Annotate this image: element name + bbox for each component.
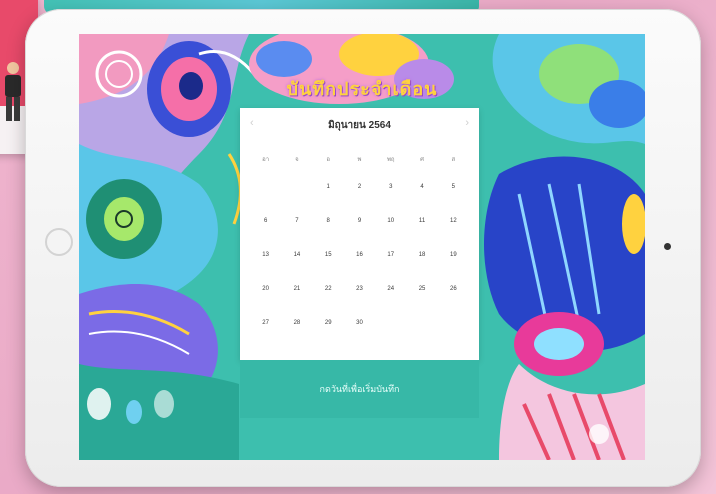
calendar-day (250, 184, 281, 218)
month-calendar: ‹ มิถุนายน 2564 › อา จ อ พ พฤ ศ ส 1 2 3 (240, 108, 479, 360)
calendar-day[interactable]: 29 (313, 320, 344, 354)
calendar-day[interactable]: 7 (281, 218, 312, 252)
calendar-day[interactable]: 17 (375, 252, 406, 286)
calendar-day[interactable]: 18 (406, 252, 437, 286)
calendar-day[interactable]: 6 (250, 218, 281, 252)
weekday-label: พ (357, 157, 362, 163)
calendar-day[interactable]: 22 (313, 286, 344, 320)
calendar-day[interactable]: 19 (438, 252, 469, 286)
start-note-hint[interactable]: กดวันที่เพื่อเริ่มบันทึก (240, 360, 479, 418)
calendar-day[interactable]: 24 (375, 286, 406, 320)
weekday-label: ส (451, 157, 456, 163)
calendar-day[interactable]: 23 (344, 286, 375, 320)
weekday-label: อา (262, 157, 270, 163)
calendar-day (375, 320, 406, 354)
calendar-day[interactable]: 20 (250, 286, 281, 320)
calendar-day[interactable]: 14 (281, 252, 312, 286)
calendar-day[interactable]: 8 (313, 218, 344, 252)
calendar-day[interactable]: 15 (313, 252, 344, 286)
camera-icon (664, 243, 671, 250)
calendar-week: 27 28 29 30 (250, 320, 469, 354)
calendar-day[interactable]: 2 (344, 184, 375, 218)
weekday-label: ศ (420, 157, 424, 163)
calendar-day[interactable]: 28 (281, 320, 312, 354)
calendar-day[interactable]: 11 (406, 218, 437, 252)
day-grid: 1 2 3 4 5 6 7 8 9 10 11 12 13 14 15 16 1… (250, 184, 469, 354)
app-screen: บันทึกประจำเดือน ‹ มิถุนายน 2564 › อา จ … (79, 34, 645, 460)
calendar-week: 20 21 22 23 24 25 26 (250, 286, 469, 320)
calendar-day[interactable]: 27 (250, 320, 281, 354)
person-illustration (5, 62, 21, 121)
chevron-right-icon[interactable]: › (465, 117, 469, 129)
calendar-day[interactable]: 26 (438, 286, 469, 320)
month-label: มิถุนายน 2564 (328, 120, 391, 131)
calendar-day[interactable]: 16 (344, 252, 375, 286)
calendar-day[interactable]: 13 (250, 252, 281, 286)
calendar-day[interactable]: 30 (344, 320, 375, 354)
weekday-label: จ (295, 157, 299, 163)
page-title: บันทึกประจำเดือน (286, 79, 438, 99)
calendar-day[interactable]: 10 (375, 218, 406, 252)
calendar-day[interactable]: 3 (375, 184, 406, 218)
calendar-day[interactable]: 1 (313, 184, 344, 218)
calendar-week: 13 14 15 16 17 18 19 (250, 252, 469, 286)
weekday-label: อ (326, 157, 330, 163)
calendar-day (281, 184, 312, 218)
calendar-week: 6 7 8 9 10 11 12 (250, 218, 469, 252)
weekday-header: อา จ อ พ พฤ ศ ส (250, 154, 469, 164)
calendar-day (438, 320, 469, 354)
calendar-day[interactable]: 21 (281, 286, 312, 320)
weekday-label: พฤ (386, 157, 395, 163)
calendar-day (406, 320, 437, 354)
tablet-device: บันทึกประจำเดือน ‹ มิถุนายน 2564 › อา จ … (25, 9, 701, 487)
calendar-week: 1 2 3 4 5 (250, 184, 469, 218)
calendar-day[interactable]: 25 (406, 286, 437, 320)
calendar-day[interactable]: 5 (438, 184, 469, 218)
calendar-day[interactable]: 12 (438, 218, 469, 252)
calendar-day[interactable]: 9 (344, 218, 375, 252)
calendar-day[interactable]: 4 (406, 184, 437, 218)
home-button[interactable] (45, 228, 73, 256)
